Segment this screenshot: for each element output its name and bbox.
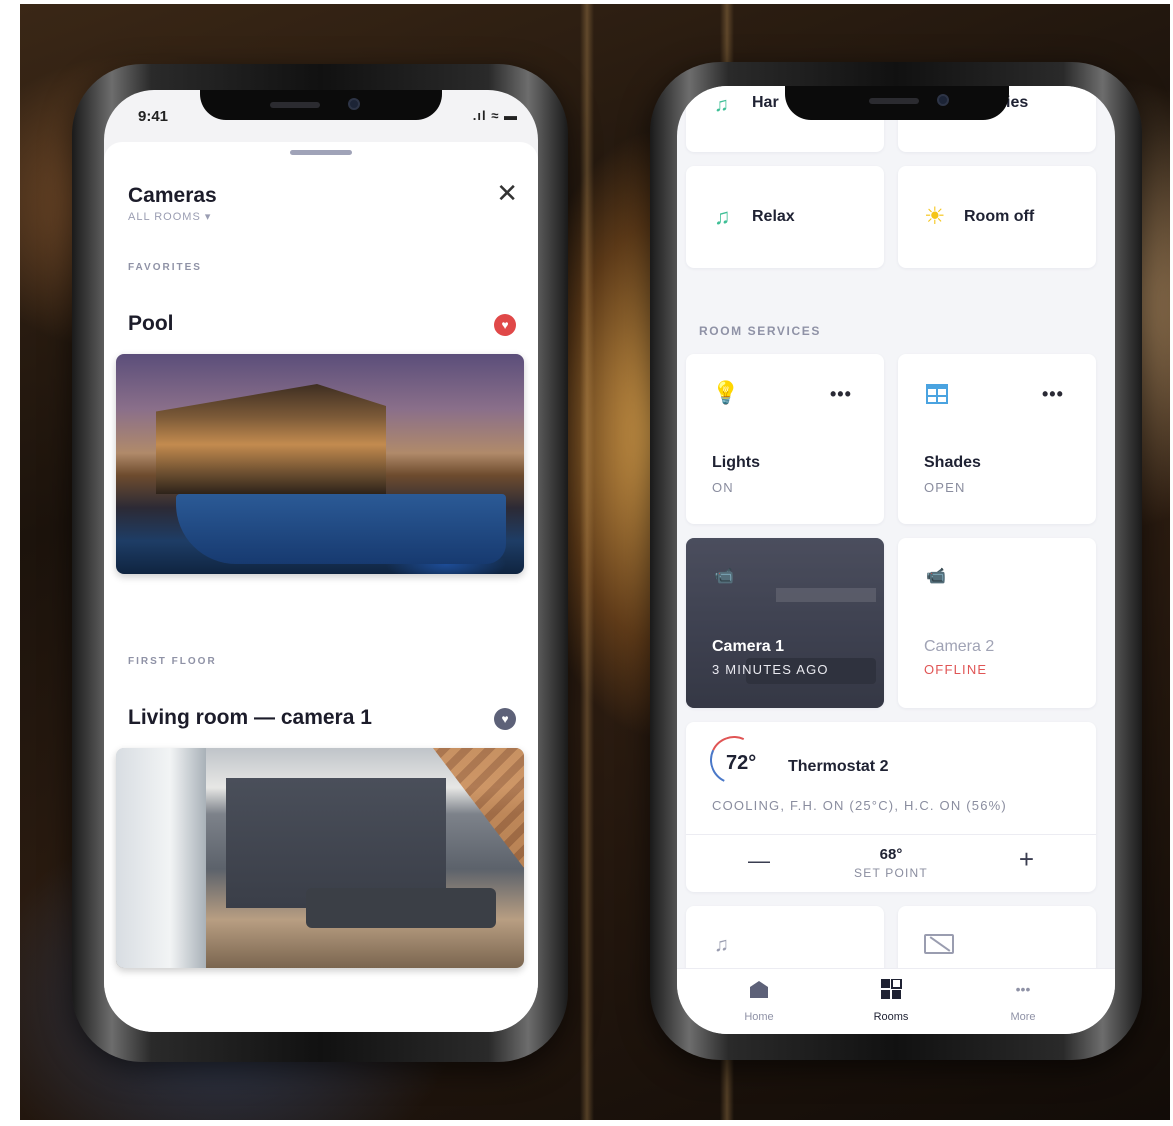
service-label-camera-2: Camera 2 xyxy=(924,638,995,655)
signal-wifi-battery-icon: .ıl ≈ ▬ xyxy=(472,108,518,123)
close-button[interactable]: ✕ xyxy=(496,180,518,206)
sun-icon: ☀ xyxy=(924,203,946,230)
favorite-heart-icon[interactable]: ♥ xyxy=(494,708,516,730)
favorite-heart-icon[interactable]: ♥ xyxy=(494,314,516,336)
status-time: 9:41 xyxy=(138,108,169,125)
scene-label-partial: Har xyxy=(752,94,779,111)
pool-water-image xyxy=(176,494,506,564)
service-card-lights[interactable]: 💡 ••• Lights ON xyxy=(686,354,884,524)
thermostat-card[interactable]: 72° Thermostat 2 COOLING, F.H. ON (25°C)… xyxy=(686,722,1096,892)
phone-notch xyxy=(785,86,1009,120)
setpoint-label: SET POINT xyxy=(854,866,928,880)
service-card-camera-2[interactable]: 📹 Camera 2 OFFLINE xyxy=(898,538,1096,708)
speaker-icon xyxy=(869,98,919,104)
cameras-sheet: Cameras ALL ROOMS ▾ ✕ FAVORITES Pool ♥ F… xyxy=(104,142,538,1032)
right-phone-screen: ♫ Har ies ♫ Relax ☀ Room off ROOM SERVIC… xyxy=(677,86,1115,1034)
more-options-button[interactable]: ••• xyxy=(1042,384,1064,405)
front-camera-icon xyxy=(348,98,360,110)
living-window-image xyxy=(116,748,206,968)
camera-icon: 📹 xyxy=(926,568,946,585)
camera-feed-pool[interactable] xyxy=(116,354,524,574)
tab-home[interactable]: Home xyxy=(719,979,799,1025)
camera-title-living-room: Living room — camera 1 xyxy=(128,706,372,729)
camera-icon: 📹 xyxy=(714,568,734,585)
service-label-lights: Lights xyxy=(712,454,760,471)
right-phone: ♫ Har ies ♫ Relax ☀ Room off ROOM SERVIC… xyxy=(650,62,1142,1060)
room-filter-dropdown[interactable]: ALL ROOMS ▾ xyxy=(128,210,211,223)
sheet-title: Cameras xyxy=(128,184,217,207)
bulb-icon: 💡 xyxy=(712,380,740,405)
camera-feed-overlay xyxy=(686,538,884,708)
front-camera-icon xyxy=(937,94,949,106)
tab-rooms[interactable]: Rooms xyxy=(851,979,931,1025)
left-phone: 9:41 .ıl ≈ ▬ Cameras ALL ROOMS ▾ ✕ FAVOR… xyxy=(72,64,568,1062)
scene-label-partial: ies xyxy=(1006,94,1029,111)
tab-label-rooms: Rooms xyxy=(873,1011,909,1023)
tab-bar: Home Rooms ••• More xyxy=(677,968,1115,1034)
tab-label-home: Home xyxy=(744,1011,774,1023)
music-note-icon: ♫ xyxy=(714,94,729,116)
rooms-grid-icon xyxy=(881,979,902,999)
music-note-icon: ♫ xyxy=(714,204,731,229)
setpoint-value: 68° xyxy=(879,846,903,863)
tv-off-icon xyxy=(924,934,954,954)
left-phone-screen: 9:41 .ıl ≈ ▬ Cameras ALL ROOMS ▾ ✕ FAVOR… xyxy=(104,90,538,1032)
service-status-shades: OPEN xyxy=(924,480,966,495)
home-icon xyxy=(750,981,768,998)
more-options-button[interactable]: ••• xyxy=(830,384,852,405)
camera-title-pool: Pool xyxy=(128,312,174,335)
music-off-icon: ♫ xyxy=(714,934,729,956)
scene-card-room-off[interactable]: ☀ Room off xyxy=(898,166,1096,268)
section-label-room-services: ROOM SERVICES xyxy=(699,324,821,338)
service-status-camera-2: OFFLINE xyxy=(924,662,988,677)
tab-label-more: More xyxy=(1010,1011,1036,1023)
wall-light xyxy=(580,4,594,1120)
scene-card-relax[interactable]: ♫ Relax xyxy=(686,166,884,268)
more-dots-icon: ••• xyxy=(1015,981,1031,997)
thermostat-detail: COOLING, F.H. ON (25°C), H.C. ON (56%) xyxy=(712,798,1007,813)
thermostat-label: Thermostat 2 xyxy=(788,758,889,775)
service-label-camera-1: Camera 1 xyxy=(712,638,785,655)
tab-more[interactable]: ••• More xyxy=(983,979,1063,1025)
service-status-camera-1: 3 MINUTES AGO xyxy=(712,662,829,677)
service-label-shades: Shades xyxy=(924,454,981,471)
thermostat-current-temp: 72° xyxy=(726,752,757,774)
shades-icon xyxy=(926,384,948,404)
living-sofa-image xyxy=(306,888,496,928)
service-status-lights: ON xyxy=(712,480,734,495)
phone-notch xyxy=(200,90,442,120)
divider xyxy=(686,834,1096,835)
scene-label-room-off: Room off xyxy=(964,208,1035,225)
section-label-first-floor: FIRST FLOOR xyxy=(128,656,217,667)
increase-setpoint-button[interactable]: + xyxy=(1019,844,1034,875)
section-label-favorites: FAVORITES xyxy=(128,262,202,273)
camera-feed-living-room[interactable] xyxy=(116,748,524,968)
service-card-camera-1[interactable]: 📹 Camera 1 3 MINUTES AGO xyxy=(686,538,884,708)
sheet-grabber[interactable] xyxy=(290,150,352,155)
speaker-icon xyxy=(270,102,320,108)
pool-house-image xyxy=(156,384,386,494)
scene-label-relax: Relax xyxy=(752,208,795,225)
service-card-shades[interactable]: ••• Shades OPEN xyxy=(898,354,1096,524)
